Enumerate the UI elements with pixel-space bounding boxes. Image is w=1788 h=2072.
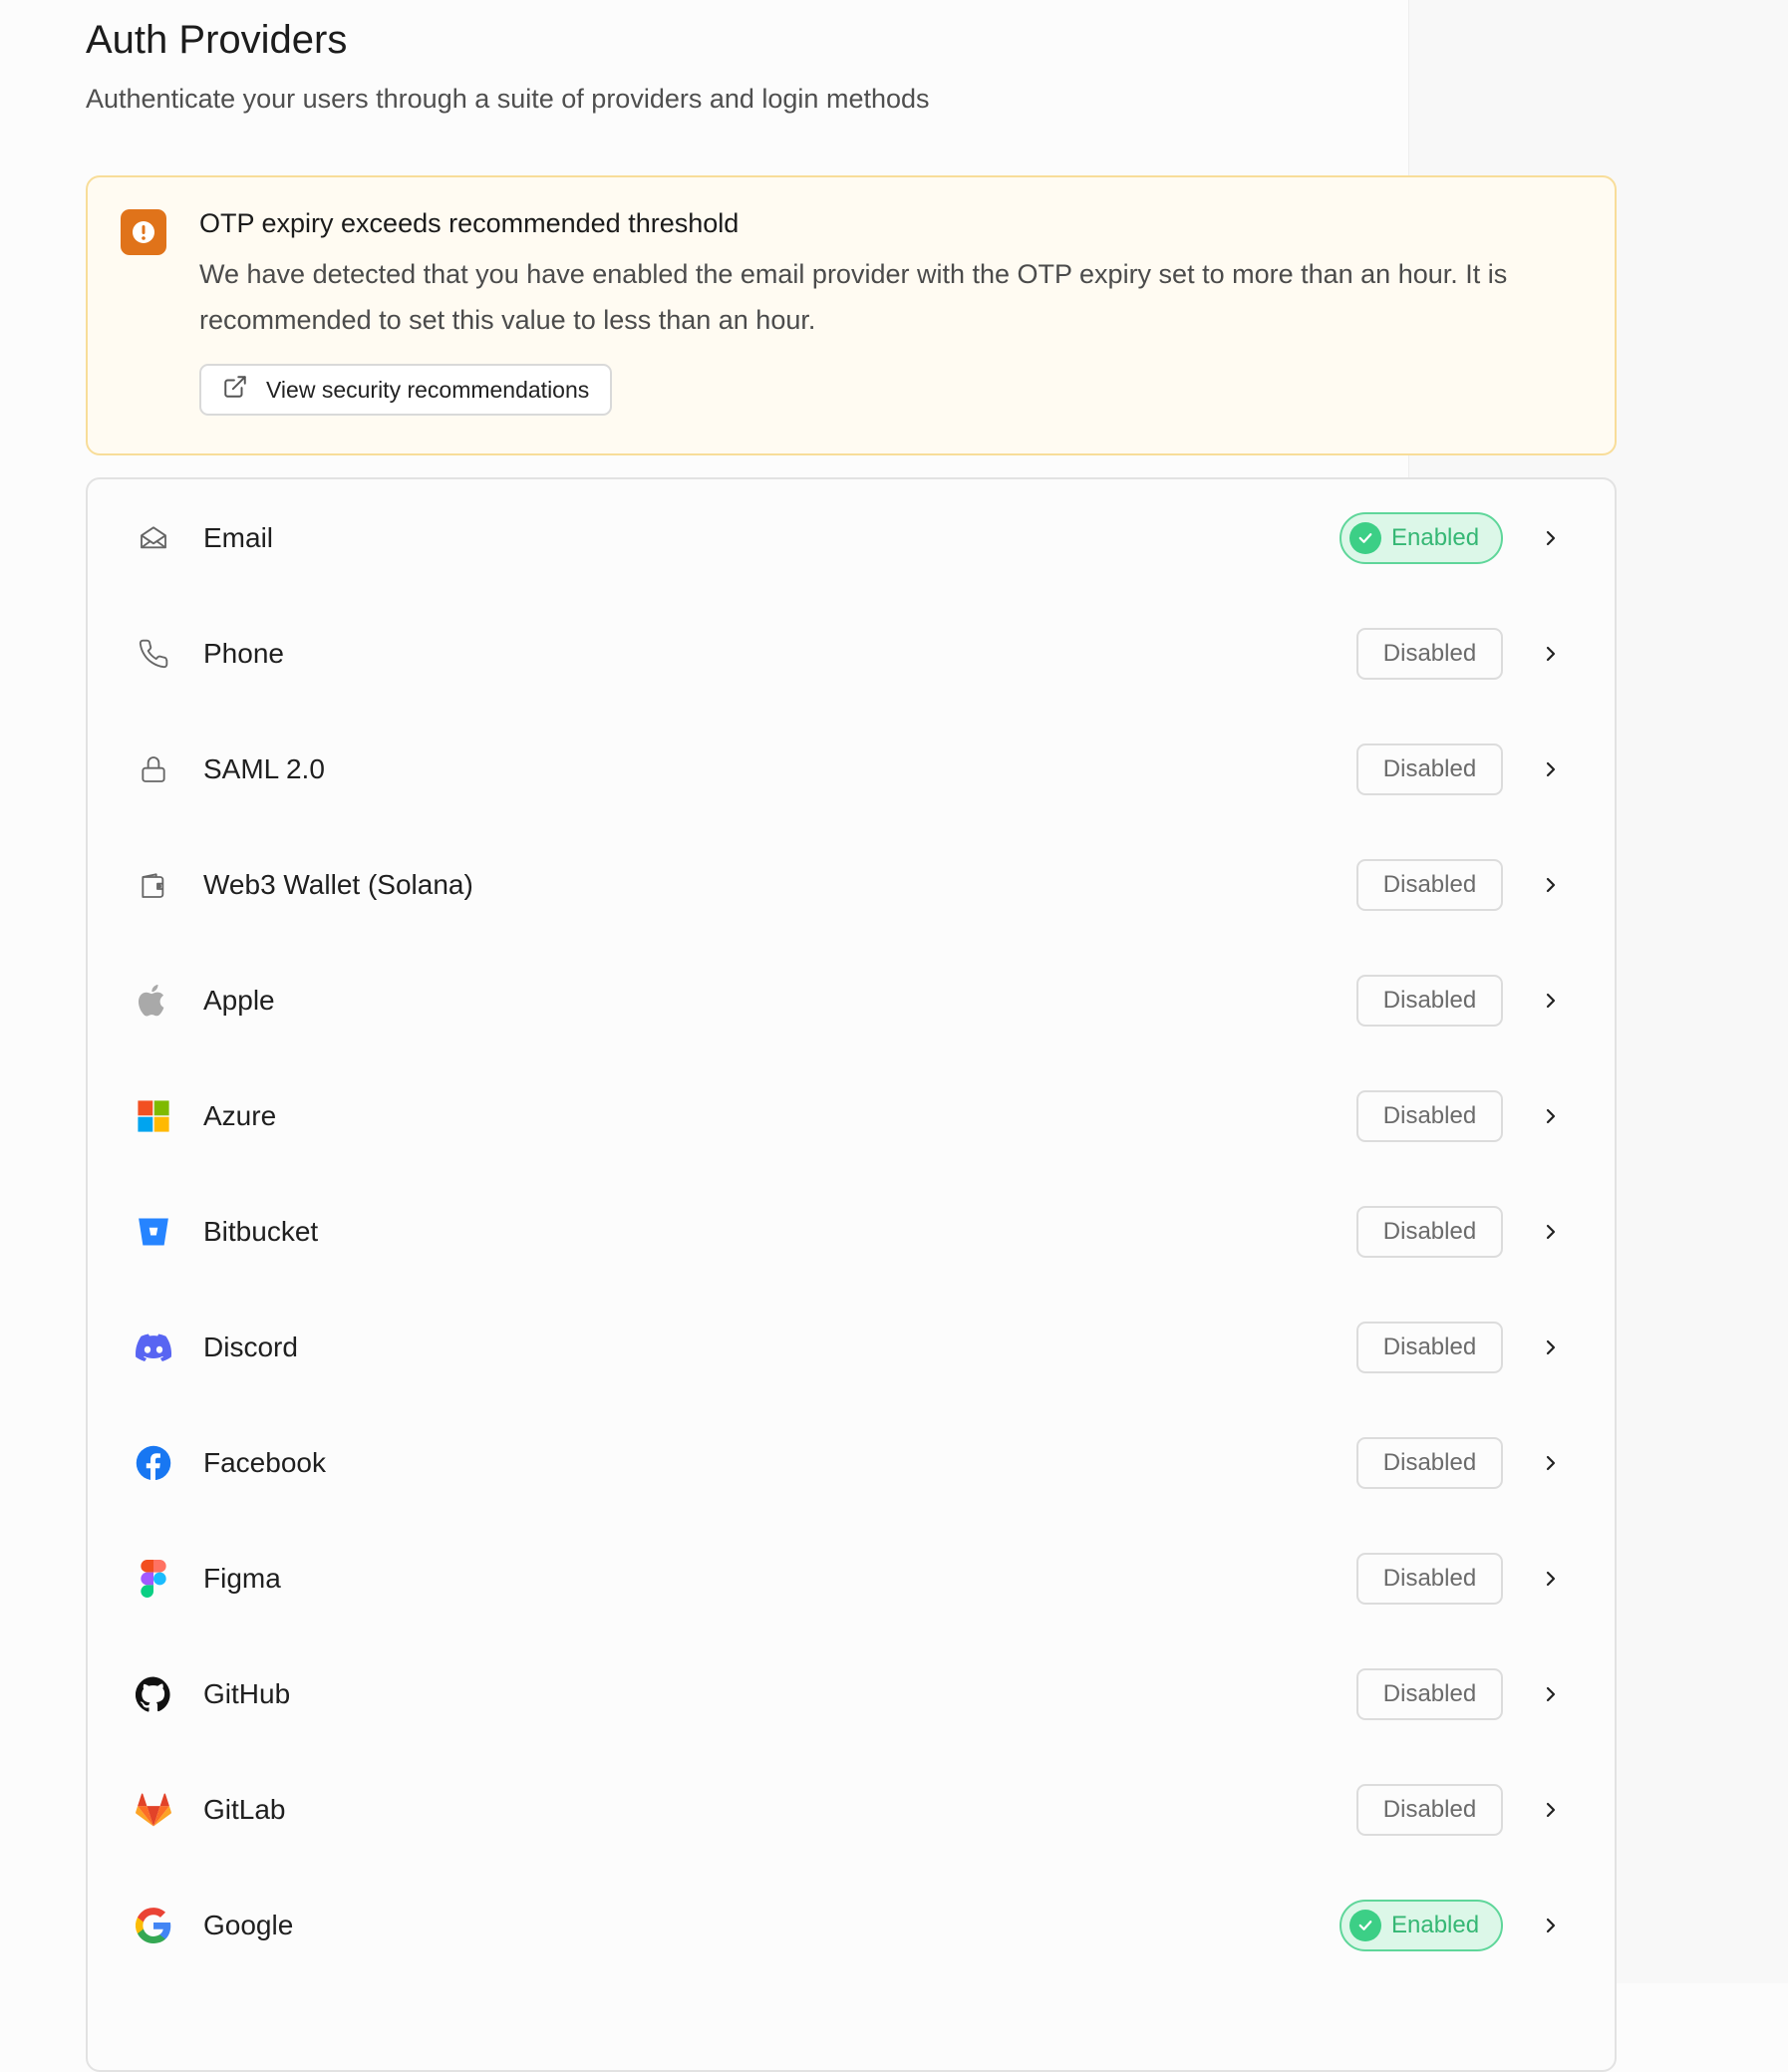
chevron-right-icon [1546,1571,1556,1587]
provider-name: Bitbucket [203,1216,319,1247]
status-badge: Disabled [1356,1090,1503,1142]
provider-row-google[interactable]: Google Enabled [88,1868,1615,1983]
alert-body: We have detected that you have enabled t… [199,259,1508,335]
provider-name: GitHub [203,1678,291,1709]
figma-icon [136,1560,171,1598]
chevron-right-icon [1546,1339,1556,1355]
chevron-right-icon [1546,877,1556,893]
google-icon [136,1908,171,1943]
chevron-right-icon [1546,1108,1556,1124]
provider-name: GitLab [203,1794,286,1825]
status-badge: Disabled [1356,628,1503,680]
status-badge: Disabled [1356,1437,1503,1489]
chevron-right-icon [1546,646,1556,662]
status-badge: Disabled [1356,1784,1503,1836]
status-badge: Disabled [1356,1668,1503,1720]
gitlab-icon [136,1792,171,1828]
provider-row-azure[interactable]: Azure Disabled [88,1058,1615,1174]
bitbucket-icon [136,1214,171,1250]
security-alert: OTP expiry exceeds recommended threshold… [86,175,1617,455]
provider-row-bitbucket[interactable]: Bitbucket Disabled [88,1174,1615,1290]
provider-row-discord[interactable]: Discord Disabled [88,1290,1615,1405]
status-badge: Enabled [1340,512,1503,564]
apple-icon [136,983,171,1019]
status-badge: Disabled [1356,1322,1503,1373]
phone-icon [136,636,171,672]
provider-row-phone[interactable]: Phone Disabled [88,596,1615,712]
provider-name: Email [203,522,274,553]
lock-icon [136,751,171,787]
provider-name: Discord [203,1332,298,1362]
page-subtitle: Authenticate your users through a suite … [86,84,930,114]
status-label: Enabled [1391,1912,1480,1938]
chevron-right-icon [1546,1224,1556,1240]
provider-row-figma[interactable]: Figma Disabled [88,1521,1615,1636]
status-badge: Disabled [1356,1206,1503,1258]
view-security-recommendations-button[interactable]: View security recommendations [199,364,613,416]
chevron-right-icon [1546,530,1556,546]
provider-name: Apple [203,985,275,1016]
provider-row-saml[interactable]: SAML 2.0 Disabled [88,712,1615,827]
alert-title: OTP expiry exceeds recommended threshold [199,208,740,238]
main-content: Auth Providers Authenticate your users t… [86,0,1617,2072]
check-icon [1349,1910,1381,1941]
provider-name: Google [203,1910,294,1940]
status-label: Enabled [1391,524,1480,551]
provider-row-gitlab[interactable]: GitLab Disabled [88,1752,1615,1868]
exclamation-icon [121,209,166,255]
providers-list: Email Enabled Phone Disabled SAML 2.0 Di… [86,477,1617,2072]
view-security-recommendations-label: View security recommendations [266,376,590,403]
provider-row-web3-wallet[interactable]: Web3 Wallet (Solana) Disabled [88,827,1615,943]
check-icon [1349,522,1381,554]
azure-icon [136,1098,171,1134]
discord-icon [136,1330,171,1365]
provider-name: Figma [203,1563,281,1594]
chevron-right-icon [1546,1802,1556,1818]
provider-row-apple[interactable]: Apple Disabled [88,943,1615,1058]
provider-name: Azure [203,1100,277,1131]
status-badge: Disabled [1356,1553,1503,1605]
provider-name: Phone [203,638,284,669]
provider-name: SAML 2.0 [203,753,325,784]
status-badge: Disabled [1356,859,1503,911]
email-icon [136,520,171,556]
provider-row-facebook[interactable]: Facebook Disabled [88,1405,1615,1521]
chevron-right-icon [1546,1455,1556,1471]
chevron-right-icon [1546,761,1556,777]
chevron-right-icon [1546,993,1556,1009]
chevron-right-icon [1546,1686,1556,1702]
provider-name: Web3 Wallet (Solana) [203,869,473,900]
provider-name: Facebook [203,1447,326,1478]
provider-row-github[interactable]: GitHub Disabled [88,1636,1615,1752]
status-badge: Disabled [1356,975,1503,1027]
status-badge: Enabled [1340,1900,1503,1951]
chevron-right-icon [1546,1918,1556,1933]
wallet-icon [136,867,171,903]
github-icon [136,1676,171,1712]
page-title: Auth Providers [86,18,348,62]
provider-row-email[interactable]: Email Enabled [88,480,1615,596]
status-badge: Disabled [1356,743,1503,795]
facebook-icon [136,1445,171,1481]
external-link-icon [222,374,248,406]
